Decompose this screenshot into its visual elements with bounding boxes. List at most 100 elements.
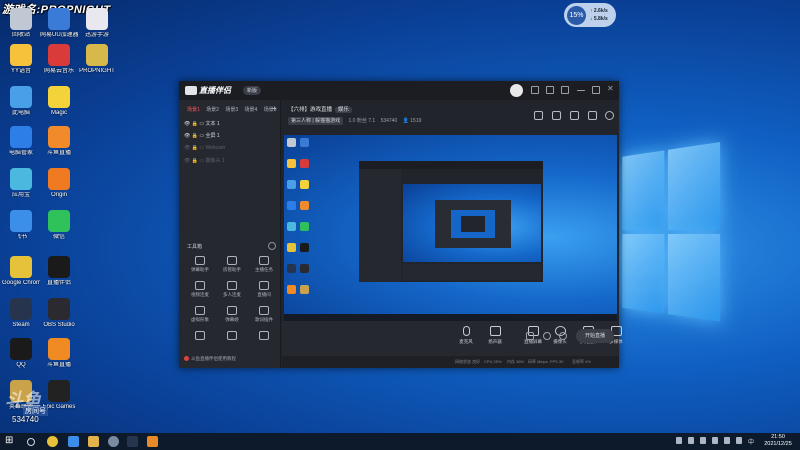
- desktop-icon[interactable]: 直播伴侣: [40, 256, 78, 287]
- live-companion-taskbar-icon[interactable]: [147, 436, 158, 447]
- eye-icon[interactable]: [543, 332, 551, 340]
- toolbox-item[interactable]: 虚拟形象: [185, 306, 215, 323]
- desktop-icon[interactable]: 迅游手游: [78, 8, 116, 39]
- layer-item[interactable]: 👁 🔒 ▭ Webcam: [184, 145, 225, 151]
- gear-icon[interactable]: [559, 332, 567, 340]
- toolbox-item[interactable]: 弹幕姬: [217, 306, 247, 323]
- app-icon: [10, 338, 32, 360]
- minimize-icon[interactable]: [577, 90, 585, 91]
- desktop-icon[interactable]: Magic: [40, 86, 78, 117]
- tray-up-icon[interactable]: [676, 437, 682, 444]
- desktop-icon[interactable]: 此电脑: [2, 86, 40, 117]
- desktop-icon[interactable]: OBS Studio: [40, 298, 78, 329]
- desktop-icon[interactable]: 网易云音乐: [40, 44, 78, 75]
- tool-label: 歌词插件: [255, 317, 273, 322]
- desktop-icon[interactable]: Origin: [40, 168, 78, 199]
- desktop-icon-label: 斗鱼直播: [46, 150, 71, 156]
- speaker-button[interactable]: 扬声器: [482, 326, 508, 345]
- settings-icon[interactable]: [546, 86, 554, 94]
- bell-icon[interactable]: [588, 111, 597, 120]
- tray-icon[interactable]: [700, 437, 706, 444]
- search-icon[interactable]: [27, 438, 35, 446]
- layer-item[interactable]: 👁 🔒 ▭ 文本 1: [184, 120, 220, 127]
- share-icon[interactable]: [605, 111, 614, 120]
- steam-taskbar-icon[interactable]: [127, 436, 138, 447]
- desktop-icon[interactable]: 斗鱼直播: [40, 338, 78, 369]
- lock-icon[interactable]: [552, 111, 561, 120]
- tab-scene-1[interactable]: 场景1: [187, 107, 200, 113]
- toolbox-item[interactable]: 主播任务: [249, 256, 279, 273]
- message-icon[interactable]: [531, 86, 539, 94]
- toolbox-item[interactable]: [217, 331, 247, 342]
- desktop-icon[interactable]: QQ: [2, 338, 40, 369]
- close-icon[interactable]: ✕: [607, 84, 615, 93]
- toolbox-item[interactable]: 多人连麦: [217, 281, 247, 298]
- tab-scene-4[interactable]: 场景4: [245, 107, 258, 113]
- start-menu-icon[interactable]: ⊞: [5, 435, 16, 446]
- room-category[interactable]: 第三人称 | 躲猫猫游戏: [288, 117, 344, 125]
- desktop-icon[interactable]: 回收站: [2, 8, 40, 39]
- toolbox-item[interactable]: 直播间: [249, 281, 279, 298]
- toolbox-item[interactable]: 房管助手: [217, 256, 247, 273]
- toolbox-more-icon[interactable]: [268, 242, 276, 250]
- version-badge[interactable]: 新版: [243, 86, 262, 95]
- app-titlebar[interactable]: 直播伴侣 新版 ✕: [179, 81, 619, 100]
- toolbox-item[interactable]: [185, 331, 215, 342]
- feishu-taskbar-icon[interactable]: [68, 436, 79, 447]
- ime-icon[interactable]: 中: [748, 437, 754, 446]
- layer-item[interactable]: 👁 🔒 ▭ 摄像头 1: [184, 157, 225, 164]
- fullscreen-icon[interactable]: [570, 111, 579, 120]
- desktop-icon[interactable]: YY语音: [2, 44, 40, 75]
- app-icon: [48, 338, 70, 360]
- toolbox-item[interactable]: 视频连麦: [185, 281, 215, 298]
- desktop-icon[interactable]: 应用宝: [2, 168, 40, 199]
- app-icon: [48, 126, 70, 148]
- chrome-taskbar-icon[interactable]: [47, 436, 58, 447]
- microphone-button[interactable]: 麦克风: [453, 326, 479, 345]
- settings-taskbar-icon[interactable]: [108, 436, 119, 447]
- preview-icon: [287, 159, 296, 168]
- tray-icon[interactable]: [688, 437, 694, 444]
- taskbar-clock[interactable]: 21:50 2021/12/25: [760, 434, 796, 448]
- gift-icon[interactable]: [534, 111, 543, 120]
- desktop-icon[interactable]: 微信: [40, 210, 78, 241]
- desktop-icon[interactable]: 飞书: [2, 210, 40, 241]
- desktop-icon[interactable]: Google Chrome: [2, 256, 40, 287]
- maximize-icon[interactable]: [592, 86, 600, 94]
- tab-scene-3[interactable]: 场景3: [225, 107, 238, 113]
- toolbox-item[interactable]: [249, 331, 279, 342]
- room-tag[interactable]: 娱乐: [335, 107, 353, 113]
- network-icon[interactable]: [724, 437, 730, 444]
- start-live-button[interactable]: 开始直播: [576, 329, 614, 343]
- nested-preview-2: [435, 200, 511, 248]
- nested-controls: [403, 264, 541, 280]
- desktop-icon[interactable]: Steam: [2, 298, 40, 329]
- add-scene-button[interactable]: +: [272, 104, 277, 113]
- viewer-count: 1519: [410, 118, 422, 124]
- desktop-icon[interactable]: 电脑管家: [2, 126, 40, 157]
- desktop-icon[interactable]: 斗鱼直播: [40, 126, 78, 157]
- desktop-icon-label: PROPNIGHT: [79, 68, 115, 74]
- volume-icon[interactable]: [736, 437, 742, 444]
- toolbox-item[interactable]: 弹幕助手: [185, 256, 215, 273]
- tool-label: 弹幕助手: [191, 267, 209, 272]
- status-item: 丢帧率 0%: [572, 359, 591, 364]
- desktop-icon[interactable]: PROPNIGHT: [78, 44, 116, 75]
- tray-icon[interactable]: [712, 437, 718, 444]
- toolbox-item[interactable]: 歌词插件: [249, 306, 279, 323]
- streaming-app-window: 直播伴侣 新版 ✕ 场景1 场景2 场景3 场景4 场景5 + 👁 🔒 ▭ 文本…: [179, 81, 623, 368]
- tab-scene-2[interactable]: 场景2: [206, 107, 219, 113]
- desktop-icon-label: 斗鱼直播: [46, 362, 71, 368]
- layer-item[interactable]: 👁 🔒 ▭ 全屏 1: [184, 132, 220, 139]
- folder-icon[interactable]: [88, 436, 99, 447]
- stream-preview[interactable]: [284, 135, 617, 321]
- desktop-icon[interactable]: 网易UU加速器: [40, 8, 78, 39]
- record-icon[interactable]: [526, 332, 534, 340]
- room-title[interactable]: 【六排】游戏直播 娱乐: [288, 105, 353, 113]
- app-icon: [48, 210, 70, 232]
- user-avatar[interactable]: [510, 84, 523, 97]
- tutorial-notice[interactable]: 斗鱼直播伴侣使用教程: [184, 356, 236, 362]
- preview-icon: [287, 201, 296, 210]
- network-speed-widget[interactable]: 15% ↑ 2.6k/s ↓ 5.8k/s: [564, 3, 616, 27]
- menu-icon[interactable]: [561, 86, 569, 94]
